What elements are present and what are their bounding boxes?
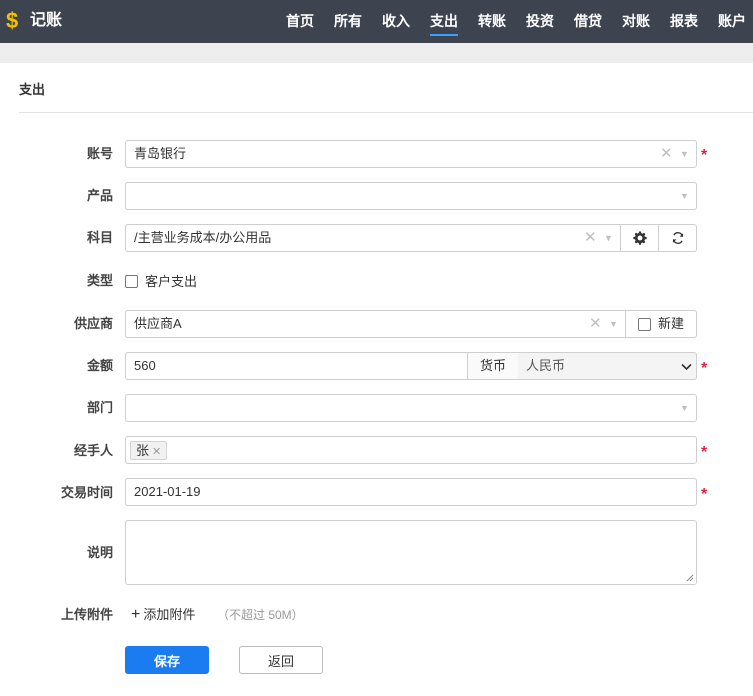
trade-time-value: 2021-01-19 [134,484,201,499]
remove-tag-icon[interactable]: ✕ [152,446,161,458]
gear-icon [632,231,647,245]
top-navbar: $ 记账 首页 所有 收入 支出 转账 投资 借贷 对账 报表 账户 [0,0,753,43]
nav-income[interactable]: 收入 [382,11,410,31]
subject-value: /主营业务成本/办公用品 [134,230,272,245]
resize-handle-icon[interactable] [686,574,694,582]
amount-value: 560 [134,358,156,373]
plus-icon: + [131,606,141,623]
clear-icon[interactable]: ✕ [584,230,597,246]
refresh-icon [672,232,683,244]
description-label: 说明 [86,545,113,560]
clear-icon[interactable]: ✕ [589,316,602,332]
chevron-down-icon[interactable]: ▼ [680,190,689,202]
customer-expense-checkbox[interactable] [125,275,138,288]
currency-value: 人民币 [526,358,566,373]
account-select[interactable]: 青岛银行 ✕ ▼ [125,140,697,168]
subheader-bar [0,43,753,63]
currency-select[interactable]: 人民币 [518,352,697,380]
account-value: 青岛银行 [134,146,187,161]
supplier-value: 供应商A [134,316,182,331]
save-button[interactable]: 保存 [125,646,209,674]
supplier-label: 供应商 [73,316,113,331]
handler-multiselect[interactable]: 张 ✕ [125,436,697,464]
nav-loan[interactable]: 借贷 [574,11,602,31]
dollar-logo-icon: $ [6,8,19,33]
nav-all[interactable]: 所有 [334,11,362,31]
subject-select[interactable]: /主营业务成本/办公用品 ✕ ▼ [125,224,621,252]
description-textarea[interactable] [125,520,697,585]
amount-input[interactable]: 560 [125,352,468,380]
nav-home[interactable]: 首页 [286,11,314,31]
new-supplier-toggle[interactable]: 新建 [625,310,697,338]
handler-tag-label: 张 [136,443,150,458]
type-label: 类型 [86,273,113,288]
subject-label: 科目 [86,230,113,245]
required-mark: * [701,444,708,461]
nav-reconcile[interactable]: 对账 [622,11,650,31]
supplier-select[interactable]: 供应商A ✕ ▼ [125,310,626,338]
handler-tag: 张 ✕ [130,441,168,460]
nav-investment[interactable]: 投资 [526,11,554,31]
chevron-down-icon[interactable]: ▼ [680,148,689,160]
subject-settings-button[interactable] [620,224,659,252]
account-label: 账号 [86,146,113,161]
app-brand[interactable]: 记账 [30,10,62,32]
add-attachment-button[interactable]: + 添加附件 [131,606,195,624]
department-label: 部门 [86,400,113,415]
chevron-down-icon[interactable]: ▼ [680,402,689,414]
trade-time-label: 交易时间 [60,485,113,500]
nav-reports[interactable]: 报表 [670,11,698,31]
product-select[interactable]: ▼ [125,182,697,210]
chevron-down-icon [681,363,692,371]
product-label: 产品 [86,188,113,203]
nav-transfer[interactable]: 转账 [478,11,506,31]
clear-icon[interactable]: ✕ [660,146,673,162]
new-supplier-checkbox[interactable] [638,318,651,331]
title-divider [19,112,753,113]
new-supplier-label[interactable]: 新建 [658,316,684,332]
attachment-label: 上传附件 [60,607,113,622]
add-attachment-label: 添加附件 [143,607,196,622]
required-mark: * [701,147,708,164]
chevron-down-icon[interactable]: ▼ [609,318,618,330]
attachment-size-hint: （不超过 50M） [217,608,304,622]
subject-refresh-button[interactable] [658,224,697,252]
currency-label: 货币 [467,352,519,380]
department-select[interactable]: ▼ [125,394,697,422]
amount-label: 金额 [86,358,113,373]
handler-label: 经手人 [73,443,113,458]
nav-accounts[interactable]: 账户 [718,11,746,31]
back-button[interactable]: 返回 [239,646,323,674]
trade-time-input[interactable]: 2021-01-19 [125,478,697,506]
chevron-down-icon[interactable]: ▼ [604,232,613,244]
required-mark: * [701,360,708,377]
page-title: 支出 [19,82,46,97]
nav-expense[interactable]: 支出 [430,11,458,36]
required-mark: * [701,486,708,503]
customer-expense-label[interactable]: 客户支出 [145,274,197,290]
